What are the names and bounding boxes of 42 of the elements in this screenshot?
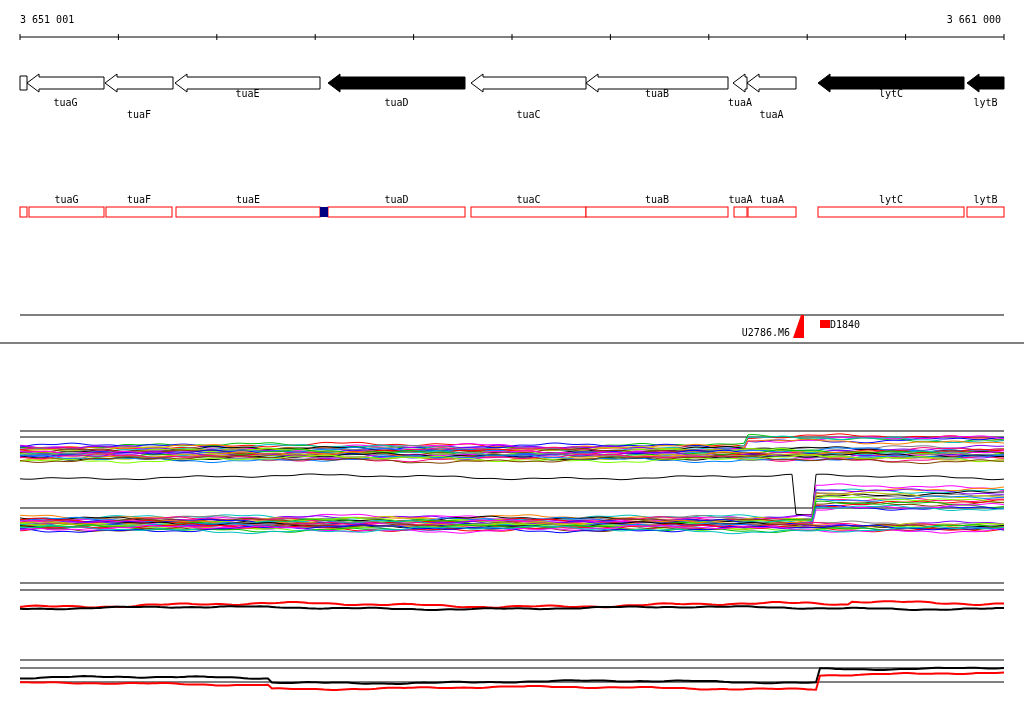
gene-label: lytB	[973, 97, 998, 108]
feature-label: tuaB	[644, 194, 670, 205]
feature-box[interactable]	[175, 206, 321, 218]
feature-label: tuaG	[54, 194, 79, 205]
feature-box[interactable]	[327, 206, 466, 218]
feature-label: lytB	[973, 194, 998, 205]
gene-label: tuaE	[235, 88, 260, 99]
feature-label: tuaF	[126, 194, 152, 205]
position-marker	[320, 207, 328, 217]
feature-box[interactable]	[105, 206, 173, 218]
gene-arrow[interactable]	[732, 73, 748, 93]
gene-label: tuaG	[53, 97, 78, 108]
feature-box[interactable]	[817, 206, 965, 218]
ruler-end-label: 3 661 000	[946, 14, 1001, 25]
gene-label: tuaA	[727, 97, 753, 108]
feature-box[interactable]	[585, 206, 729, 218]
marker-label: D1840	[830, 319, 861, 330]
feature-box[interactable]	[19, 206, 28, 218]
feature-box[interactable]	[28, 206, 105, 218]
feature-box[interactable]	[733, 206, 748, 218]
feature-box[interactable]	[470, 206, 587, 218]
gene-label: lytC	[878, 88, 904, 99]
feature-label: lytC	[878, 194, 904, 205]
feature-box[interactable]	[747, 206, 797, 218]
filled-gene-arrow[interactable]	[327, 73, 466, 93]
marker-label: U2786.M6	[741, 327, 790, 338]
marker-flag	[820, 320, 830, 328]
gene-label: tuaF	[126, 109, 152, 120]
feature-label: tuaE	[235, 194, 261, 205]
feature-box[interactable]	[966, 206, 1005, 218]
gene-label: tuaA	[759, 109, 784, 120]
filled-gene-arrow[interactable]	[966, 73, 1005, 93]
feature-label: tuaA	[728, 194, 753, 205]
feature-label: tuaA	[759, 194, 785, 205]
marker-flag	[793, 315, 804, 338]
gene-label: tuaD	[384, 97, 409, 108]
gene-arrow[interactable]	[746, 73, 797, 93]
feature-label: tuaD	[384, 194, 409, 205]
ruler-start-label: 3 651 001	[20, 14, 75, 25]
gene-label: tuaC	[516, 109, 541, 120]
gene-label: tuaB	[644, 88, 670, 99]
feature-label: tuaC	[516, 194, 541, 205]
